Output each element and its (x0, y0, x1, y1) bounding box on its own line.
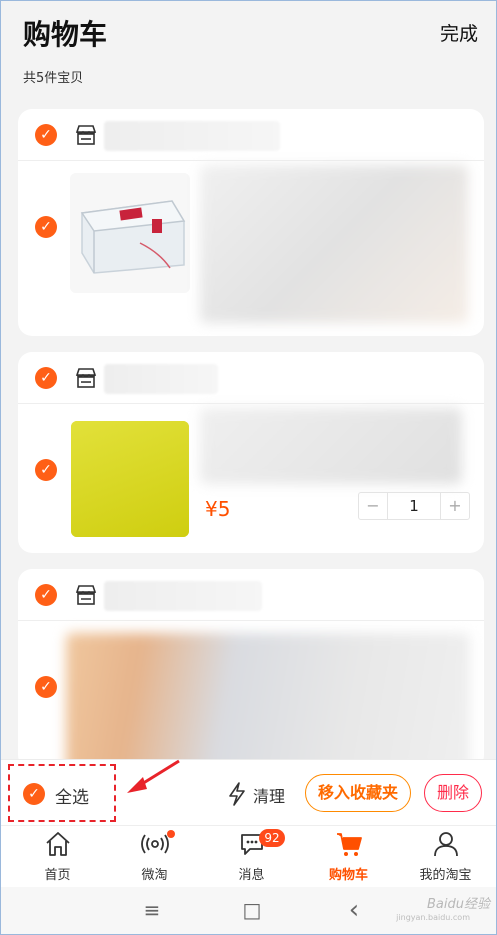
shop-card-3: ✓ ✓ (18, 569, 484, 769)
system-nav-bar: ≡ □ ‹ Baidu经验 jingyan.baidu.com (1, 887, 496, 934)
tab-label: 购物车 (328, 868, 368, 883)
tab-label: 首页 (44, 868, 71, 883)
watermark: Baidu经验 (427, 897, 490, 912)
product-title-redacted (200, 408, 462, 484)
item-checkbox[interactable]: ✓ (35, 216, 57, 238)
shop-card-2: ✓ ✓ ¥5 − 1 + (18, 352, 484, 553)
product-redacted[interactable] (66, 633, 470, 769)
shop-card-1: ✓ ✓ (18, 109, 484, 336)
page-title: 购物车 (23, 18, 108, 51)
shop-name-redacted (104, 581, 262, 611)
store-icon (75, 368, 97, 388)
move-to-favorites-button[interactable]: 移入收藏夹 (305, 774, 411, 812)
home-nav-button[interactable]: □ (237, 897, 267, 923)
product-thumbnail[interactable] (70, 173, 190, 293)
clean-button[interactable]: 清理 (253, 783, 285, 807)
notification-dot (167, 830, 175, 838)
tab-bar: 首页 微淘 92 消息 购物车 我的淘宝 (1, 825, 496, 887)
annotation-arrow (127, 759, 180, 793)
menu-nav-button[interactable]: ≡ (137, 897, 167, 923)
shop-checkbox[interactable]: ✓ (35, 584, 57, 606)
done-button[interactable]: 完成 (440, 19, 478, 46)
tab-weitao[interactable]: 微淘 (105, 826, 204, 888)
tab-label: 消息 (238, 868, 265, 883)
shop-row[interactable]: ✓ (18, 109, 484, 161)
select-all-checkbox[interactable]: ✓ (23, 783, 45, 805)
shop-name-redacted (104, 121, 280, 151)
watermark-url: jingyan.baidu.com (396, 913, 470, 922)
home-icon (46, 832, 70, 856)
product-thumbnail[interactable] (71, 421, 189, 537)
broadcast-icon (141, 834, 169, 854)
tab-label: 我的淘宝 (419, 868, 472, 883)
tab-label: 微淘 (141, 868, 168, 883)
cutting-board-image (71, 421, 189, 537)
message-count-badge: 92 (259, 829, 285, 847)
cart-action-bar: ✓ 全选 清理 移入收藏夹 删除 (1, 759, 496, 825)
store-icon (75, 585, 97, 605)
tab-my-taobao[interactable]: 我的淘宝 (396, 826, 495, 888)
cart-icon (337, 833, 362, 856)
quantity-value[interactable]: 1 (387, 493, 441, 519)
back-nav-button[interactable]: ‹ (339, 897, 369, 923)
decrease-button[interactable]: − (359, 493, 387, 519)
shop-checkbox[interactable]: ✓ (35, 124, 57, 146)
quantity-stepper: − 1 + (358, 492, 470, 520)
item-checkbox[interactable]: ✓ (35, 676, 57, 698)
tab-home[interactable]: 首页 (8, 826, 107, 888)
lightning-icon[interactable] (227, 782, 247, 806)
store-icon (75, 125, 97, 145)
item-count: 共5件宝贝 (23, 71, 84, 86)
user-icon (434, 832, 458, 857)
shop-row[interactable]: ✓ (18, 569, 484, 621)
tab-messages[interactable]: 92 消息 (202, 826, 301, 888)
item-checkbox[interactable]: ✓ (35, 459, 57, 481)
glass-container-image (70, 173, 190, 293)
product-info-redacted (200, 165, 468, 323)
increase-button[interactable]: + (441, 493, 469, 519)
shop-row[interactable]: ✓ (18, 352, 484, 404)
tab-cart[interactable]: 购物车 (299, 826, 398, 888)
shop-checkbox[interactable]: ✓ (35, 367, 57, 389)
screen: 购物车 完成 共5件宝贝 ✓ ✓ ✓ ✓ ¥5 − 1 + ✓ ✓ ✓ 全选 清… (0, 0, 497, 935)
delete-button[interactable]: 删除 (424, 774, 482, 812)
item-price: ¥5 (205, 497, 231, 521)
shop-name-redacted (104, 364, 218, 394)
select-all-label[interactable]: 全选 (55, 783, 89, 808)
header: 购物车 完成 共5件宝贝 (1, 1, 496, 105)
